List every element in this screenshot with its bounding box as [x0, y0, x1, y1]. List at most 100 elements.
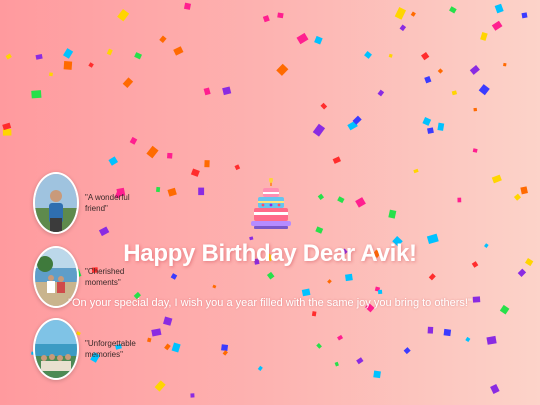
confetti-piece: [167, 152, 173, 159]
confetti-piece: [117, 8, 130, 22]
confetti-piece: [2, 128, 12, 136]
confetti-piece: [449, 6, 457, 14]
confetti-piece: [320, 102, 328, 110]
confetti-piece: [198, 187, 205, 196]
confetti-piece: [173, 46, 184, 56]
confetti-piece: [451, 90, 458, 96]
confetti-piece: [171, 342, 181, 353]
confetti-piece: [257, 365, 263, 371]
confetti-piece: [374, 286, 381, 292]
confetti-piece: [443, 328, 452, 337]
confetti-piece: [317, 193, 325, 201]
confetti-piece: [134, 52, 143, 60]
confetti-piece: [266, 271, 275, 280]
confetti-piece: [163, 316, 173, 326]
confetti-piece: [312, 123, 326, 137]
confetti-piece: [347, 120, 358, 131]
confetti-piece: [164, 343, 171, 351]
confetti-piece: [296, 32, 309, 45]
confetti-piece: [421, 52, 430, 61]
confetti-piece: [190, 393, 195, 398]
confetti-piece: [399, 24, 407, 32]
confetti-piece: [314, 35, 323, 45]
confetti-piece: [517, 268, 527, 277]
confetti-piece: [403, 347, 411, 355]
confetti-piece: [5, 53, 12, 60]
confetti-piece: [491, 20, 503, 31]
memory-caption-3: "Unforgettable memories": [85, 339, 136, 359]
confetti-piece: [428, 273, 436, 281]
confetti-piece: [520, 186, 528, 195]
confetti-piece: [427, 127, 434, 134]
confetti-piece: [204, 160, 210, 168]
birthday-cake-icon: [250, 177, 292, 230]
confetti-piece: [337, 196, 345, 204]
confetti-piece: [373, 370, 381, 379]
confetti-piece: [35, 54, 43, 60]
confetti-piece: [422, 117, 432, 126]
confetti-piece: [262, 15, 270, 23]
memory-photo-3: [33, 318, 79, 380]
confetti-piece: [332, 156, 342, 164]
confetti-piece: [63, 61, 73, 70]
memory-caption-2: "Cherished moments": [85, 267, 125, 287]
confetti-piece: [48, 72, 53, 77]
confetti-piece: [503, 62, 507, 67]
confetti-piece: [437, 122, 445, 131]
confetti-piece: [155, 186, 161, 193]
confetti-piece: [222, 86, 232, 96]
confetti-piece: [364, 51, 372, 59]
confetti-piece: [31, 90, 42, 99]
confetti-piece: [437, 68, 444, 74]
confetti-piece: [472, 148, 478, 153]
confetti-piece: [337, 334, 344, 341]
confetti-piece: [525, 257, 534, 267]
confetti-piece: [122, 77, 134, 88]
confetti-piece: [129, 136, 138, 145]
confetti-piece: [311, 311, 317, 317]
confetti-piece: [413, 168, 419, 174]
confetti-piece: [170, 273, 178, 280]
confetti-piece: [478, 84, 490, 96]
memory-card-3: "Unforgettable memories": [33, 318, 149, 380]
confetti-piece: [212, 284, 217, 289]
confetti-piece: [146, 145, 159, 159]
confetti-piece: [486, 335, 497, 345]
memory-photo-1: [33, 172, 79, 234]
confetti-piece: [277, 12, 284, 19]
confetti-piece: [63, 48, 74, 59]
confetti-piece: [203, 87, 211, 96]
confetti-piece: [352, 115, 362, 125]
confetti-piece: [469, 64, 480, 75]
confetti-piece: [355, 197, 366, 208]
confetti-piece: [276, 63, 289, 76]
confetti-piece: [484, 243, 489, 248]
confetti-piece: [183, 2, 192, 10]
confetti-piece: [394, 7, 407, 20]
confetti-piece: [377, 89, 385, 97]
confetti-piece: [521, 12, 528, 19]
confetti-piece: [222, 350, 228, 356]
confetti-piece: [424, 75, 432, 84]
confetti-piece: [234, 164, 241, 171]
confetti-piece: [108, 156, 119, 166]
confetti-piece: [159, 35, 167, 43]
confetti-piece: [88, 62, 94, 68]
confetti-piece: [151, 328, 162, 337]
confetti-piece: [327, 279, 332, 284]
birthday-message: "On your special day, I wish you a year …: [68, 297, 472, 309]
confetti-piece: [457, 197, 462, 203]
confetti-piece: [356, 357, 364, 365]
confetti-piece: [427, 326, 434, 334]
confetti-piece: [388, 53, 393, 58]
confetti-piece: [315, 226, 324, 234]
confetti-piece: [480, 32, 488, 41]
confetti-piece: [154, 380, 166, 392]
confetti-piece: [377, 289, 383, 295]
memory-caption-1: "A wonderful friend": [85, 193, 130, 213]
confetti-piece: [491, 174, 502, 184]
confetti-piece: [473, 107, 478, 112]
confetti-piece: [344, 273, 353, 282]
confetti-piece: [190, 168, 200, 177]
confetti-piece: [388, 209, 397, 219]
